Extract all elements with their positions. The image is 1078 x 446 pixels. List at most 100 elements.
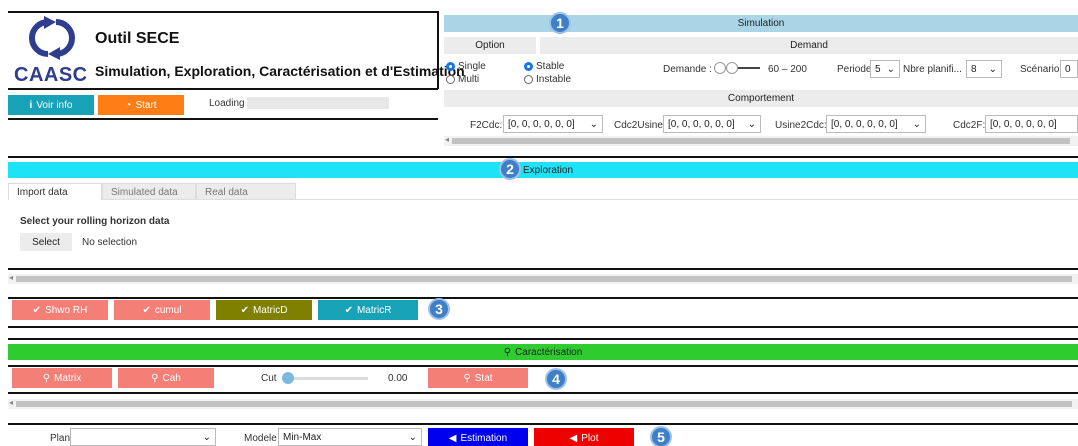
chevron-down-icon: ⌄: [988, 63, 997, 75]
simulation-title: Simulation: [737, 18, 785, 29]
info-icon: i: [29, 99, 33, 111]
check-icon: ✔: [344, 304, 353, 316]
cah-button[interactable]: ⚲ Cah: [118, 368, 214, 388]
scroll-thumb[interactable]: [452, 138, 1070, 144]
comportement-header: Comportement: [444, 90, 1078, 107]
caracterisation-header: ⚲ Caractérisation: [8, 344, 1078, 360]
badge-3: 3: [428, 298, 450, 320]
scroll-left-icon: ◂: [9, 273, 14, 282]
simulation-scrollbar[interactable]: ◂: [444, 135, 1078, 146]
tab-simulated-data[interactable]: Simulated data: [102, 183, 196, 200]
exploration-scrollbar[interactable]: ◂: [8, 273, 1078, 284]
matricd-button[interactable]: ✔ MatricD: [216, 300, 312, 320]
estimation-button[interactable]: ◀ Estimation: [428, 428, 528, 446]
option-header-label: Option: [475, 40, 505, 51]
matricr-button[interactable]: ✔ MatricR: [318, 300, 418, 320]
scroll-left-icon: ◂: [9, 398, 14, 407]
slider-handle[interactable]: [282, 372, 294, 384]
dashboard-icon: ◔: [125, 99, 132, 111]
app-title: Outil SECE: [95, 30, 180, 47]
matrix-row-bottom-border: [8, 326, 1078, 328]
check-icon: ✔: [32, 304, 42, 316]
plot-button[interactable]: ◀ Plot: [534, 428, 634, 446]
slider-handle-min[interactable]: [714, 62, 726, 74]
scroll-thumb[interactable]: [16, 401, 1072, 407]
option-header: Option: [444, 37, 536, 54]
demande-label: Demande :: [663, 64, 712, 75]
header-row-divider: [8, 118, 438, 120]
search-icon: ⚲: [503, 346, 512, 358]
exploration-top-border: [8, 156, 1078, 158]
loading-progress-bar: [247, 97, 389, 109]
logo-arrows-icon: [29, 16, 75, 60]
plan-select[interactable]: ⌄: [70, 428, 216, 446]
loading-label: Loading: [209, 98, 245, 109]
check-icon: ✔: [142, 304, 151, 316]
modele-select[interactable]: Min-Max ⌄: [278, 428, 422, 446]
caracterisation-tools-border: [8, 365, 1078, 367]
voir-info-button[interactable]: i Voir info: [8, 95, 94, 115]
plan-label: Plan: [50, 433, 71, 444]
slider-handle-max[interactable]: [726, 62, 738, 74]
scenario-select[interactable]: 0: [1060, 60, 1078, 78]
caracterisation-scrollbar[interactable]: ◂: [8, 398, 1078, 409]
matrix-button[interactable]: ⚲ Matrix: [12, 368, 112, 388]
periode-select[interactable]: 5 ⌄: [870, 60, 900, 78]
cut-slider[interactable]: [280, 372, 370, 384]
header-top-border: [8, 11, 438, 13]
radio-dot-stable: [524, 61, 533, 71]
demand-header: Demand: [540, 37, 1078, 54]
app-subtitle: Simulation, Exploration, Caractérisation…: [95, 63, 465, 79]
show-rh-button[interactable]: ✔ Shwo RH: [12, 300, 108, 320]
exploration-header: ⌂ Exploration: [8, 162, 1078, 178]
cdc2f-select[interactable]: [0, 0, 0, 0, 0, 0]: [985, 115, 1078, 133]
nbre-label: Nbre planifi...: [903, 64, 962, 75]
badge-4: 4: [545, 368, 567, 390]
caracterisation-top-border: [8, 338, 1078, 340]
periode-label: Periode: [837, 64, 872, 75]
usine2cdc-select[interactable]: [0, 0, 0, 0, 0, 0] ⌄: [826, 115, 926, 133]
voir-info-label: Voir info: [36, 99, 73, 111]
demande-slider[interactable]: [714, 61, 764, 75]
radio-dot-multi: [446, 74, 455, 84]
cdc2usine-select[interactable]: [0, 0, 0, 0, 0, 0] ⌄: [663, 115, 761, 133]
scenario-label: Scénario: [1020, 64, 1060, 75]
f2cdc-label: F2Cdc:: [470, 120, 503, 131]
stat-button[interactable]: ⚲ Stat: [428, 368, 528, 388]
badge-1: 1: [549, 12, 571, 34]
select-prompt: Select your rolling horizon data: [20, 216, 170, 227]
badge-5: 5: [650, 426, 672, 446]
bullhorn-icon: ◀: [448, 432, 457, 444]
tab-import-data[interactable]: Import data: [8, 183, 102, 200]
cdc2usine-label: Cdc2Usine:: [614, 120, 666, 131]
scroll-thumb[interactable]: [16, 276, 1072, 282]
radio-dot-instable: [524, 74, 533, 84]
scroll-left-icon: ◂: [445, 135, 450, 144]
cut-label: Cut: [261, 373, 277, 384]
chevron-down-icon: ⌄: [202, 431, 211, 443]
logo-text: CAASC: [14, 64, 88, 86]
check-icon: ✔: [240, 304, 249, 316]
header-bottom-border: [8, 88, 438, 90]
usine2cdc-label: Usine2Cdc:: [775, 120, 827, 131]
radio-single[interactable]: Single: [446, 61, 486, 72]
start-button[interactable]: ◔ Start: [98, 95, 184, 115]
search-icon: ⚲: [42, 372, 51, 384]
simulation-header: Simulation: [444, 15, 1078, 32]
select-button[interactable]: Select: [20, 233, 72, 251]
f2cdc-select[interactable]: [0, 0, 0, 0, 0, 0] ⌄: [503, 115, 603, 133]
radio-instable[interactable]: Instable: [524, 74, 571, 85]
slider-track: [282, 377, 368, 380]
tab-real-data[interactable]: Real data: [196, 183, 296, 200]
estimation-top-border: [8, 423, 1078, 425]
radio-multi[interactable]: Multi: [446, 74, 479, 85]
exploration-title: Exploration: [523, 164, 574, 176]
chevron-down-icon: ⌄: [408, 431, 417, 443]
matrix-row-top-border: [8, 297, 1078, 299]
bullhorn-icon: ◀: [569, 432, 578, 444]
search-icon: ⚲: [463, 372, 471, 384]
nbre-select[interactable]: 8 ⌄: [966, 60, 1002, 78]
no-selection-label: No selection: [82, 237, 138, 248]
radio-stable[interactable]: Stable: [524, 61, 564, 72]
cumul-button[interactable]: ✔ cumul: [114, 300, 210, 320]
